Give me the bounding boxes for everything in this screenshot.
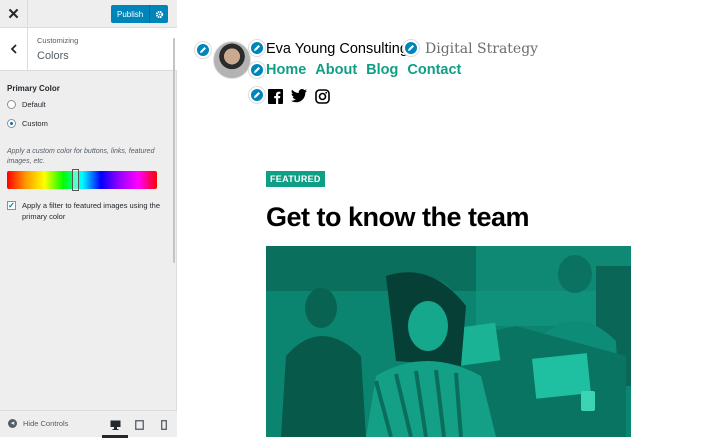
customizer-footer: ◂ Hide Controls	[0, 410, 177, 438]
primary-color-title: Primary Color	[7, 84, 60, 93]
pencil-icon	[200, 47, 206, 53]
section-header: Customizing Colors	[0, 28, 177, 71]
pencil-icon	[254, 92, 260, 98]
pencil-icon	[254, 67, 260, 73]
pencil-icon	[254, 45, 260, 51]
radio-button[interactable]	[7, 119, 16, 128]
radio-default[interactable]: Default	[7, 100, 46, 109]
team-photo-illustration	[266, 246, 631, 437]
nav-home[interactable]: Home	[266, 62, 306, 78]
gear-icon	[155, 10, 163, 18]
edit-shortcut-menu[interactable]	[249, 62, 265, 78]
publish-button[interactable]: Publish	[111, 5, 151, 23]
radio-label: Custom	[22, 119, 48, 128]
site-description: Digital Strategy	[425, 41, 539, 57]
hue-slider[interactable]	[7, 171, 157, 189]
mobile-preview-button[interactable]	[158, 419, 170, 431]
back-button[interactable]	[0, 28, 28, 70]
nav-blog[interactable]: Blog	[366, 62, 398, 78]
filter-checkbox[interactable]: ✓	[7, 201, 16, 210]
sidebar-scrollbar[interactable]	[173, 38, 175, 263]
tablet-preview-button[interactable]	[133, 419, 145, 431]
chevron-left-icon	[10, 44, 17, 54]
customizer-sidebar: ✕ Publish Customizing Colors Primary Col…	[0, 0, 177, 438]
instagram-icon[interactable]	[315, 89, 330, 104]
featured-badge[interactable]: FEATURED	[266, 171, 325, 187]
publish-group: Publish	[111, 5, 169, 23]
primary-nav: Home About Blog Contact	[266, 62, 461, 78]
desktop-preview-button[interactable]	[109, 419, 121, 431]
edit-shortcut-logo[interactable]	[195, 42, 211, 58]
edit-shortcut-title[interactable]	[249, 40, 265, 56]
customizer-header: ✕ Publish	[0, 0, 177, 28]
radio-button[interactable]	[7, 100, 16, 109]
post-title[interactable]: Get to know the team	[266, 202, 530, 233]
facebook-icon[interactable]	[268, 89, 283, 104]
color-description: Apply a custom color for buttons, links,…	[7, 148, 155, 165]
hue-slider-handle[interactable]	[72, 169, 79, 191]
site-title[interactable]: Eva Young Consulting	[266, 41, 408, 57]
customizing-label: Customizing	[37, 36, 79, 45]
hide-controls-label: Hide Controls	[23, 419, 69, 428]
filter-checkbox-label: Apply a filter to featured images using …	[22, 201, 160, 221]
mobile-icon	[161, 420, 167, 430]
edit-shortcut-description[interactable]	[403, 40, 419, 56]
featured-image[interactable]	[266, 246, 631, 437]
section-title: Colors	[37, 50, 69, 62]
tablet-icon	[134, 420, 144, 430]
edit-shortcut-social[interactable]	[249, 87, 265, 103]
twitter-icon[interactable]	[291, 89, 307, 103]
site-preview: Eva Young Consulting Digital Strategy Ho…	[177, 0, 720, 437]
arrow-left-icon: ◂	[8, 419, 17, 428]
pencil-icon	[408, 45, 414, 51]
social-links	[268, 89, 330, 104]
desktop-icon	[110, 420, 120, 430]
hide-controls-button[interactable]: ◂ Hide Controls	[8, 419, 68, 428]
radio-custom[interactable]: Custom	[7, 119, 48, 128]
publish-settings-button[interactable]	[150, 5, 169, 23]
filter-checkbox-row[interactable]: ✓ Apply a filter to featured images usin…	[7, 200, 162, 222]
nav-contact[interactable]: Contact	[407, 62, 461, 78]
close-icon[interactable]: ✕	[0, 0, 28, 28]
site-logo-avatar[interactable]	[213, 41, 251, 79]
radio-label: Default	[22, 100, 46, 109]
nav-about[interactable]: About	[315, 62, 357, 78]
